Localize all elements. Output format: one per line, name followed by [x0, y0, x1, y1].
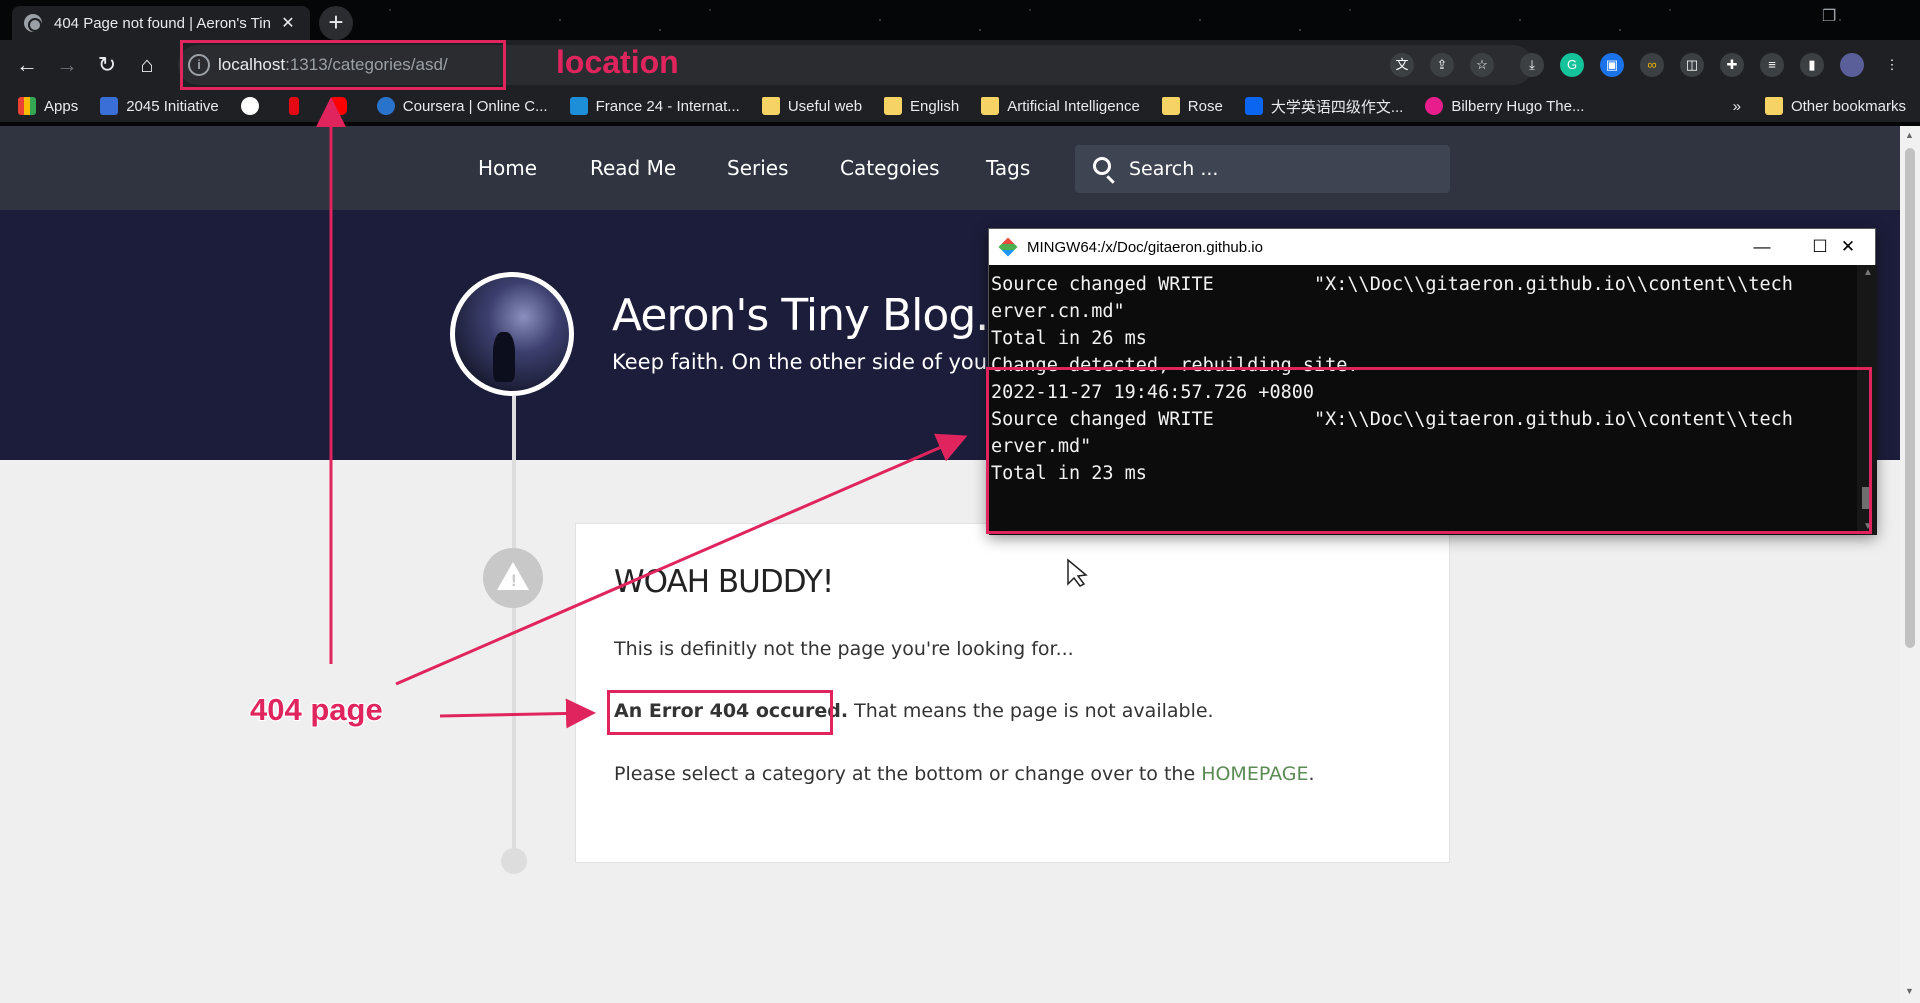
- netflix-icon: [288, 97, 299, 115]
- blog-subtitle: Keep faith. On the other side of your: [612, 350, 996, 374]
- menu-kebab-icon[interactable]: ⋮: [1880, 53, 1904, 77]
- side-panel-icon[interactable]: ▮: [1800, 53, 1824, 77]
- share-icon[interactable]: ⇪: [1430, 53, 1454, 77]
- france24-icon: [569, 97, 588, 115]
- tab-title: 404 Page not found | Aeron's Tin: [54, 14, 271, 32]
- timeline-line: [512, 396, 516, 866]
- more-bookmarks-chevron[interactable]: »: [1733, 98, 1741, 115]
- bookmark-apps[interactable]: Apps: [18, 97, 78, 115]
- bookmark-folder-useful-web[interactable]: Useful web: [761, 97, 862, 115]
- hugo-icon: [1425, 97, 1444, 115]
- folder-icon: [1161, 97, 1180, 115]
- folder-icon: [1764, 97, 1783, 115]
- annotation-box-address: [180, 40, 506, 90]
- bookmark-bilberry-hugo[interactable]: Bilberry Hugo The...: [1425, 97, 1584, 115]
- youtube-icon: [328, 97, 347, 115]
- nav-tags[interactable]: Tags: [986, 156, 1030, 180]
- page-scrollbar[interactable]: ▲ ▼: [1900, 126, 1920, 1003]
- infinity-extension-icon[interactable]: ∞: [1640, 53, 1664, 77]
- bookmark-france24[interactable]: France 24 - Internat...: [569, 97, 740, 115]
- minimize-icon[interactable]: —: [1733, 229, 1791, 265]
- nav-categories[interactable]: Categoies: [840, 156, 940, 180]
- home-icon[interactable]: ⌂: [130, 48, 164, 82]
- restore-window-icon[interactable]: ❐: [1822, 6, 1836, 26]
- annotation-location-label: location: [556, 44, 679, 80]
- bookmark-google[interactable]: [240, 97, 267, 115]
- annotation-box-error: [607, 690, 833, 735]
- annotation-box-terminal: [986, 367, 1872, 534]
- terminal-titlebar[interactable]: MINGW64:/x/Doc/gitaeron.github.io — ☐ ✕: [989, 229, 1875, 265]
- terminal-line: Source changed WRITE "X:\\Doc\\gitaeron.…: [991, 274, 1793, 295]
- apps-grid-icon: [18, 97, 36, 115]
- bookmark-2045-initiative[interactable]: 2045 Initiative: [100, 97, 219, 115]
- terminal-line: erver.cn.md": [991, 301, 1125, 322]
- coursera-icon: [376, 97, 395, 115]
- page-scrollbar-thumb[interactable]: [1905, 148, 1915, 648]
- zhihu-icon: [1244, 97, 1263, 115]
- tab-active[interactable]: 404 Page not found | Aeron's Tin ✕: [12, 6, 310, 40]
- bookmark-youtube[interactable]: [328, 97, 355, 115]
- download-icon[interactable]: ⤓: [1520, 53, 1544, 77]
- grammarly-icon[interactable]: G: [1560, 53, 1584, 77]
- homepage-link[interactable]: HOMEPAGE: [1201, 763, 1308, 785]
- reader-extension-icon[interactable]: ◫: [1680, 53, 1704, 77]
- folder-icon: [981, 97, 1000, 115]
- reload-icon[interactable]: ↻: [90, 48, 124, 82]
- search-box[interactable]: Search ...: [1075, 145, 1450, 193]
- bookmark-2045-icon: [100, 97, 119, 115]
- bookmark-folder-rose[interactable]: Rose: [1161, 97, 1223, 115]
- extensions-puzzle-icon[interactable]: ✚: [1720, 53, 1744, 77]
- back-arrow-icon[interactable]: ←: [10, 48, 44, 82]
- error-line-1: This is definitly not the page you're lo…: [614, 638, 1074, 660]
- bookmark-zhihu[interactable]: 大学英语四级作文...: [1244, 96, 1403, 117]
- bookmarks-bar: Apps 2045 Initiative Coursera | Online C…: [0, 90, 1920, 122]
- git-bash-icon: [998, 237, 1018, 257]
- forward-arrow-icon[interactable]: →: [50, 48, 84, 82]
- nav-home[interactable]: Home: [478, 156, 537, 180]
- bookmark-netflix[interactable]: [288, 97, 307, 115]
- bookmark-folder-english[interactable]: English: [884, 97, 959, 115]
- folder-icon: [884, 97, 903, 115]
- new-tab-button[interactable]: +: [319, 6, 353, 40]
- tab-close-icon[interactable]: ✕: [278, 13, 298, 33]
- bookmark-other-bookmarks[interactable]: Other bookmarks: [1764, 97, 1906, 115]
- profile-avatar[interactable]: [1840, 53, 1864, 77]
- annotation-404-label: 404 page: [250, 692, 383, 727]
- tab-strip: 404 Page not found | Aeron's Tin ✕ + ❐: [0, 0, 1920, 40]
- bookmark-coursera[interactable]: Coursera | Online C...: [376, 97, 548, 115]
- translate-icon[interactable]: 文: [1390, 53, 1414, 77]
- bookmark-folder-ai[interactable]: Artificial Intelligence: [981, 97, 1140, 115]
- globe-icon: [24, 14, 42, 32]
- error-line-3: Please select a category at the bottom o…: [614, 763, 1315, 785]
- extension-blue-icon[interactable]: ▣: [1600, 53, 1624, 77]
- nav-series[interactable]: Series: [727, 156, 789, 180]
- blog-avatar[interactable]: [450, 272, 574, 396]
- site-navbar: Home Read Me Series Categoies Tags Searc…: [0, 126, 1900, 210]
- search-placeholder: Search ...: [1129, 158, 1219, 180]
- media-control-icon[interactable]: ≡: [1760, 53, 1784, 77]
- search-icon: [1093, 157, 1111, 175]
- bookmarks-overflow: » Other bookmarks: [1733, 90, 1906, 122]
- bookmark-star-icon[interactable]: ☆: [1470, 53, 1494, 77]
- nav-read-me[interactable]: Read Me: [590, 156, 676, 180]
- terminal-line: Total in 26 ms: [991, 328, 1147, 349]
- close-icon[interactable]: ✕: [1819, 229, 1877, 265]
- error-heading: WOAH BUDDY!: [614, 564, 834, 600]
- timeline-end-dot: [501, 848, 527, 874]
- warning-icon: !: [483, 548, 543, 608]
- terminal-title: MINGW64:/x/Doc/gitaeron.github.io: [1027, 238, 1263, 256]
- google-icon: [240, 97, 259, 115]
- folder-icon: [761, 97, 780, 115]
- blog-title[interactable]: Aeron's Tiny Blog.: [612, 290, 989, 341]
